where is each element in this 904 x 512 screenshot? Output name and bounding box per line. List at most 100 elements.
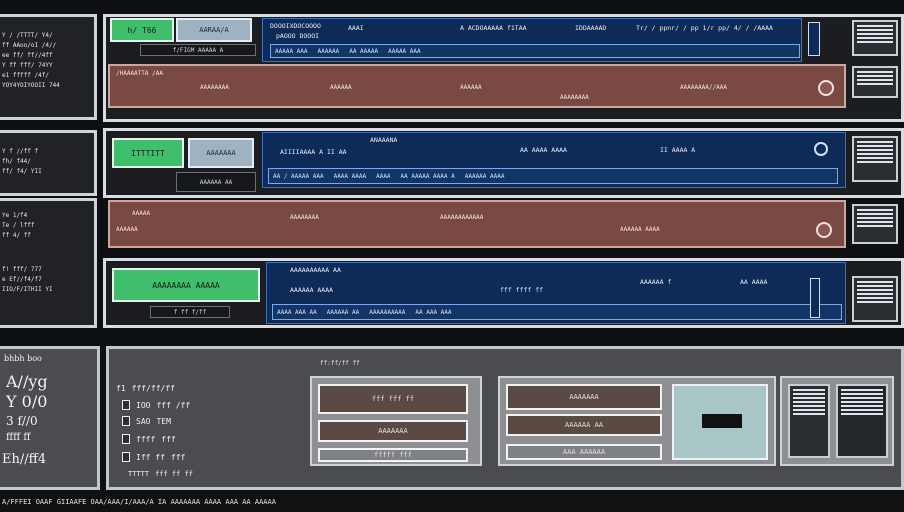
- blue-row-cell: AAAA: [376, 172, 391, 180]
- bottom-left-text: ffff ff: [6, 432, 31, 443]
- bottom-left-text: Y 0/0: [6, 392, 48, 411]
- brown-label: AAAAAAAA: [560, 94, 589, 101]
- left-panel-line: Y f //ff f: [2, 148, 39, 155]
- panel-icon[interactable]: [852, 204, 898, 244]
- brown-label: AAAAAAAAAAAA: [440, 214, 484, 221]
- blue-row-2[interactable]: AA / AAAAA AAA AAAA AAAA AAAA AA AAAAA A…: [268, 168, 838, 184]
- record-icon[interactable]: [818, 80, 834, 96]
- checkbox[interactable]: [122, 452, 130, 462]
- left-panel-line: Te / lfff: [2, 222, 35, 229]
- left-panel-line: Ye 1/f4: [2, 212, 28, 219]
- bottom-left-caption: bhbh boo: [4, 354, 42, 363]
- left-panel-line: f! fff/ 777: [2, 266, 42, 273]
- card-row[interactable]: fff fff ff: [318, 384, 468, 414]
- checkbox[interactable]: [122, 400, 130, 410]
- brown-bar-3[interactable]: [108, 200, 846, 248]
- toggle-icon[interactable]: [814, 142, 828, 156]
- blue-label: AIIIIAAAA A II AA: [280, 148, 347, 156]
- panel-icon[interactable]: [852, 66, 898, 98]
- panel-icon[interactable]: [852, 20, 898, 56]
- card-row[interactable]: AAAAAA AA: [506, 414, 662, 436]
- record-icon[interactable]: [816, 222, 832, 238]
- list-item-value: fff: [161, 434, 176, 444]
- blue-label: II AAAA A: [660, 146, 696, 154]
- info-box-2[interactable]: AAAAAAA: [188, 138, 254, 168]
- brown-label: AAAAAAAA: [290, 214, 319, 221]
- card-row[interactable]: AAA AAAAAA: [506, 444, 662, 460]
- left-panel-line: Y / /TTTT/ Y4/: [2, 32, 53, 39]
- list-item-key: Iff ff: [136, 452, 165, 462]
- list-item-key: SAO: [136, 416, 151, 426]
- left-panel-mid: Y f //ff f fh/ f44/ ff/ f4/ YII: [0, 130, 97, 196]
- status-button-1[interactable]: h/ T66: [110, 18, 174, 42]
- blue-row-cell: AA AAAAA: [349, 47, 379, 55]
- status-button-2[interactable]: ITTTITT: [112, 138, 184, 168]
- subtitle-chip-2: AAAAAA AA: [176, 172, 256, 192]
- blue-row-cell: AAAAAA AAAA: [464, 172, 505, 180]
- scroll-indicator[interactable]: [810, 278, 820, 318]
- panel-icon[interactable]: [852, 136, 898, 182]
- blue-row-cell: AAAA AAAA: [333, 172, 367, 180]
- list-item[interactable]: TTTTT fff ff ff: [128, 470, 193, 478]
- brown-label: AAAAA: [132, 210, 151, 217]
- blue-row-cell: AA AAA AAA: [415, 308, 452, 316]
- list-item[interactable]: ffff fff: [122, 434, 176, 444]
- list-item-value: fff /ff: [156, 400, 191, 410]
- left-panel-lower: Ye 1/f4 Te / lfff ff 4/ ff f! fff/ 777 e…: [0, 198, 97, 328]
- blue-row-4[interactable]: AAAA AAA AA AAAAAA AA AAAAAAAAAA AA AAA …: [272, 304, 842, 320]
- list-item-value: fff: [170, 452, 186, 462]
- list-item-key: IOO: [136, 400, 151, 410]
- status-button-4[interactable]: AAAAAAAA AAAAA: [112, 268, 260, 302]
- list-item-value: fff ff ff: [155, 470, 194, 478]
- card-row[interactable]: fffff fff: [318, 448, 468, 462]
- blue-label: Tr/ / ppnr/ / pp 1/r pp/ 4/ / /AAAA: [636, 24, 773, 32]
- list-item-key: ffff: [136, 434, 156, 444]
- status-bar: A/FFFEI OAAF GIIAAFE OAA/AAA/I/AAA/A IA …: [0, 492, 904, 512]
- brown-label: /HAAAATTA /AA: [116, 70, 163, 77]
- blue-row-cell: AAAAA AAA: [275, 47, 308, 55]
- blue-row-cell: AAAAA AAA: [388, 47, 421, 55]
- left-panel-top: Y / /TTTT/ Y4/ ff AAoo/oI /4// ee ff/ ff…: [0, 14, 97, 120]
- brown-label: AAAAAAAA: [200, 84, 229, 91]
- thumbnail-bar: [702, 414, 742, 428]
- list-item[interactable]: Iff ff fff: [122, 452, 185, 462]
- subtitle-chip-4: f ff f/ff: [150, 306, 230, 318]
- left-panel-line: Y ff fff/ 74YY: [2, 62, 53, 69]
- left-panel-line: e Ef//f4/f7: [2, 276, 42, 283]
- checkbox[interactable]: [122, 434, 130, 444]
- blue-row-cell: AA AAAAA AAAA A: [400, 172, 455, 180]
- blue-row-cell: AAAAAAAAAA: [369, 308, 406, 316]
- card-row[interactable]: AAAAAAA: [318, 420, 468, 442]
- blue-label: fff ffff ff: [500, 286, 544, 294]
- checkbox[interactable]: [122, 416, 130, 426]
- blue-row-1[interactable]: AAAAA AAA AAAAAA AA AAAAA AAAAA AAA: [270, 44, 800, 58]
- blue-label: IDDAAAAD: [575, 24, 607, 32]
- blue-row-cell: AAAA AAA AA: [277, 308, 317, 316]
- panel-icon[interactable]: [788, 384, 830, 458]
- list-item-value: fff/ff/ff: [131, 384, 175, 393]
- scroll-indicator[interactable]: [808, 22, 820, 56]
- list-item[interactable]: SAO TEM: [122, 416, 171, 426]
- left-panel-line: e1 fffff /4f/: [2, 72, 49, 79]
- blue-label: DOOOIXDOCOOOO: [270, 22, 321, 30]
- blue-label: pAOOO DOOOI: [276, 32, 320, 40]
- left-panel-line: ff/ f4/ YII: [2, 168, 42, 175]
- app-window: Y / /TTTT/ Y4/ ff AAoo/oI /4// ee ff/ ff…: [0, 0, 904, 512]
- panel-icon[interactable]: [836, 384, 888, 458]
- preview-thumbnail[interactable]: [672, 384, 768, 460]
- list-item[interactable]: IOO fff /ff: [122, 400, 190, 410]
- blue-label: AA AAAA: [740, 278, 768, 286]
- brown-label: AAAAAAAA//AAA: [680, 84, 727, 91]
- blue-row-cell: AAAAAA: [317, 47, 340, 55]
- card-row[interactable]: AAAAAAA: [506, 384, 662, 410]
- brown-label: AAAAAA: [330, 84, 352, 91]
- blue-row-cell: AA / AAAAA AAA: [273, 172, 324, 180]
- blue-label: A ACDOAAAAA f1TAA: [460, 24, 527, 32]
- panel-icon[interactable]: [852, 276, 898, 322]
- bottom-left-text: A//yg: [6, 372, 48, 391]
- list-item-key: f1: [116, 384, 126, 393]
- blue-label: AAAI: [348, 24, 364, 32]
- info-box-1[interactable]: AARAA/A: [176, 18, 252, 42]
- list-item[interactable]: f1 fff/ff/ff: [116, 384, 175, 393]
- list-item-key: TTTTT: [128, 470, 150, 478]
